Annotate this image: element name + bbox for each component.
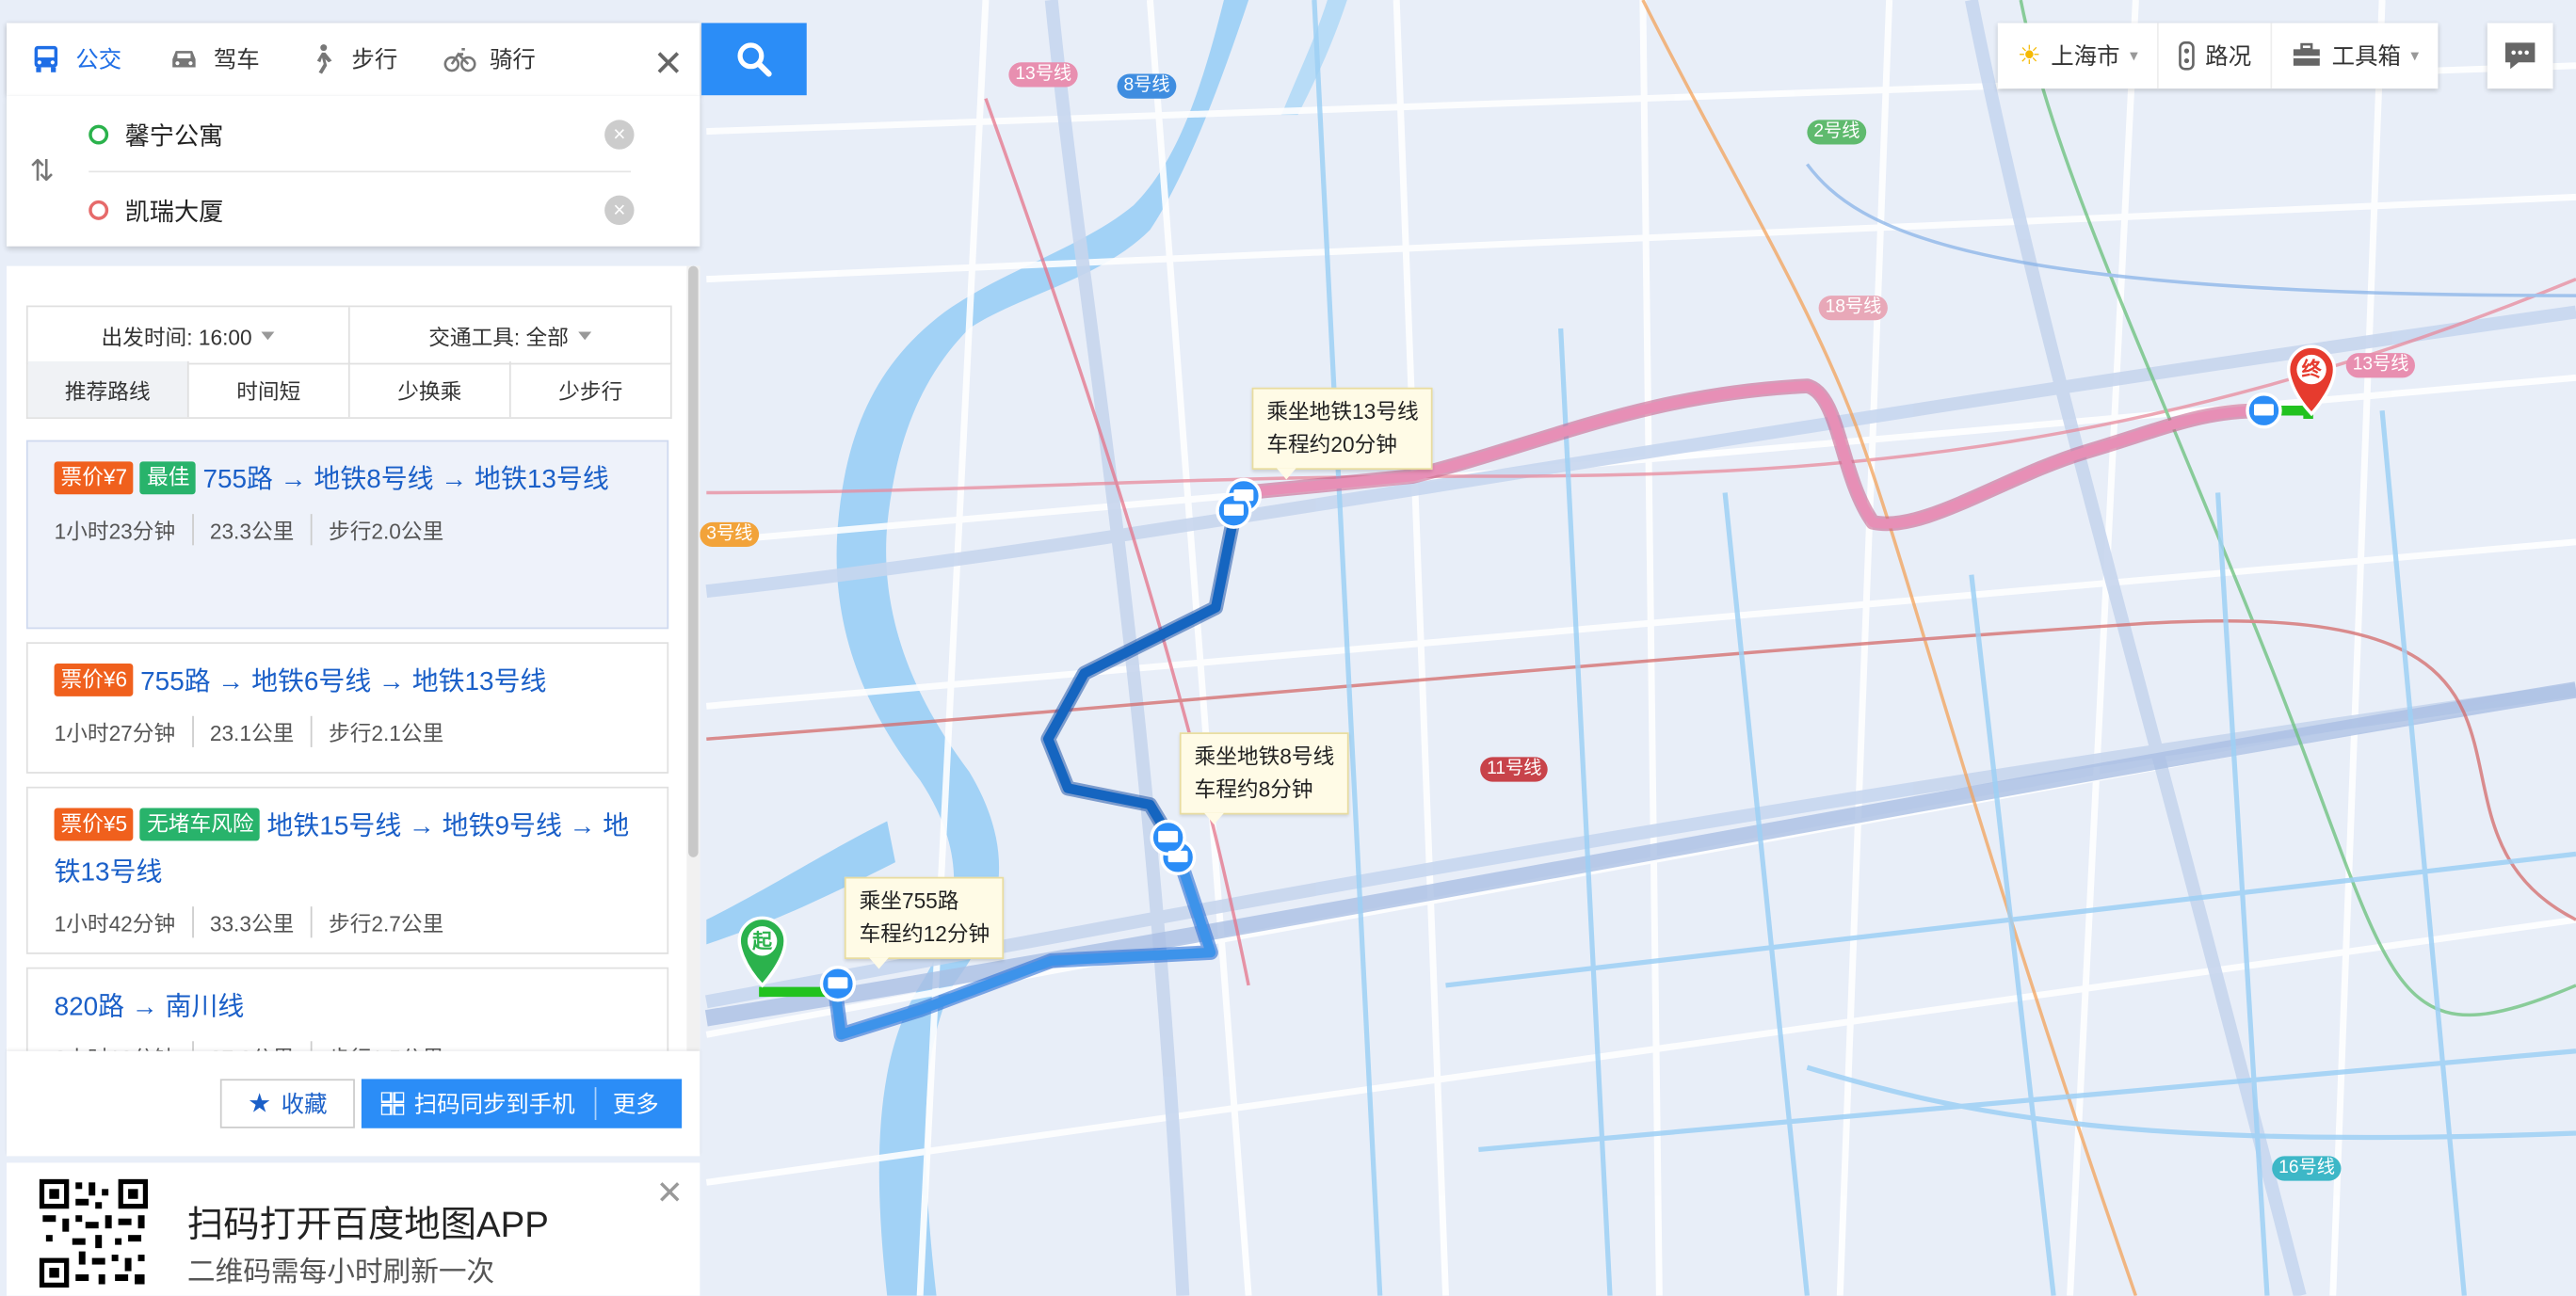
line-label: 11号线: [1480, 757, 1549, 782]
route-title: 755路 → 地铁6号线 → 地铁13号线: [140, 668, 547, 696]
route-option[interactable]: 票价¥5 无堵车风险 地铁15号线 → 地铁9号线 → 地铁13号线 1小时42分钟…: [25, 786, 669, 954]
clear-destination-icon[interactable]: ×: [604, 195, 635, 226]
qr-promo: 扫码打开百度地图APP 二维码需每小时刷新一次 ✕: [6, 1162, 700, 1296]
chevron-down-icon: ▾: [2410, 46, 2420, 65]
walk-icon: [316, 44, 332, 74]
qr-title: 扫码打开百度地图APP: [186, 1204, 549, 1245]
destination-field[interactable]: 凯瑞大厦 ×: [89, 174, 635, 247]
route-callout: 乘坐755路 车程约12分钟: [844, 876, 1005, 969]
bicycle-icon: [443, 48, 476, 72]
close-icon[interactable]: ✕: [653, 42, 684, 85]
route-inputs: ⇅ 馨宁公寓 × 凯瑞大厦 ×: [6, 95, 700, 247]
filter-row: 出发时间: 16:00 交通工具: 全部: [25, 305, 672, 365]
line-label: 3号线: [700, 521, 760, 548]
tab-fewest-transfers[interactable]: 少换乘: [350, 360, 511, 418]
tab-transit[interactable]: 公交: [7, 23, 145, 95]
destination-dot-icon: [89, 200, 109, 220]
line-label: 13号线: [2345, 353, 2416, 378]
chevron-down-icon: ▾: [2129, 46, 2138, 65]
feedback-button[interactable]: [2487, 23, 2553, 89]
tab-least-walking[interactable]: 少步行: [511, 361, 670, 417]
clear-origin-icon[interactable]: ×: [604, 120, 635, 150]
best-badge: 最佳: [140, 461, 197, 495]
toolbox-icon: [2294, 42, 2321, 66]
route-option[interactable]: 票价¥6 755路 → 地铁6号线 → 地铁13号线 1小时27分钟 23.1公里步…: [25, 642, 669, 774]
toolbox-button[interactable]: 工具箱 ▾: [2273, 23, 2439, 88]
line-label: 2号线: [1807, 120, 1867, 145]
route-results: 出发时间: 16:00 交通工具: 全部 推荐路线 时间短 少换乘 少步行 票价…: [6, 265, 700, 1051]
route-option[interactable]: 票价¥7 最佳 755路 → 地铁8号线 → 地铁13号线 1小时23分钟 23.3公…: [25, 440, 669, 630]
route-title: 755路 → 地铁8号线 → 地铁13号线: [202, 466, 609, 495]
line-label: 13号线: [1008, 62, 1079, 88]
tab-drive[interactable]: 驾车: [145, 23, 283, 95]
line-label: 8号线: [1117, 73, 1177, 99]
traffic-light-icon: [2179, 41, 2196, 71]
action-bar: ★ 收藏 扫码同步到手机 更多: [6, 1050, 700, 1157]
vehicle-select[interactable]: 交通工具: 全部: [350, 307, 670, 362]
qr-code: [36, 1176, 152, 1291]
line-label: 16号线: [2272, 1156, 2342, 1181]
map-toolbar: ☀ 上海市 ▾ 路况 工具箱 ▾: [1997, 23, 2439, 89]
city-selector[interactable]: ☀ 上海市 ▾: [1998, 23, 2160, 89]
close-icon[interactable]: ✕: [656, 1173, 684, 1214]
origin-field[interactable]: 馨宁公寓 ×: [89, 99, 635, 171]
tab-walk[interactable]: 步行: [282, 23, 421, 95]
route-callout: 乘坐地铁8号线 车程约8分钟: [1179, 732, 1349, 824]
sort-tabs: 推荐路线 时间短 少换乘 少步行: [25, 360, 672, 419]
favorite-button[interactable]: ★ 收藏: [219, 1079, 355, 1128]
route-title: 820路 → 南川线: [54, 993, 245, 1022]
tab-ride[interactable]: 骑行: [421, 23, 559, 95]
sync-to-phone-button[interactable]: 扫码同步到手机 更多: [361, 1079, 683, 1128]
chevron-down-icon: [578, 330, 592, 340]
tab-recommended[interactable]: 推荐路线: [27, 360, 189, 418]
baidu-map-app: 起 终 13号线 8号线 2号线 18号线 13号线 3号线 11号线 16号线…: [0, 0, 2576, 1296]
line-label: 18号线: [1818, 296, 1889, 321]
qr-subtitle: 二维码需每小时刷新一次: [186, 1256, 495, 1288]
search-button[interactable]: [701, 23, 807, 96]
results-scrollbar[interactable]: [686, 265, 700, 1051]
price-badge: 票价¥7: [54, 461, 135, 495]
chat-icon: [2504, 42, 2536, 70]
route-callout: 乘坐地铁13号线 车程约20分钟: [1251, 387, 1434, 480]
travel-mode-tabs: 公交 驾车 步行 骑行 ✕: [6, 23, 700, 96]
depart-time-select[interactable]: 出发时间: 16:00: [28, 307, 350, 363]
traffic-button[interactable]: 路况: [2159, 23, 2273, 89]
chevron-down-icon: [262, 330, 276, 340]
bus-icon: [34, 45, 58, 72]
more-button[interactable]: 更多: [596, 1087, 675, 1120]
tab-shortest-time[interactable]: 时间短: [189, 360, 350, 418]
sun-icon: ☀: [2017, 42, 2041, 72]
price-badge: 票价¥5: [54, 808, 135, 841]
route-option[interactable]: 820路 → 南川线 2小时10分钟27.6公里步行1.5公里: [25, 967, 669, 1051]
end-marker-label: 终: [2301, 358, 2322, 381]
star-icon: ★: [248, 1090, 272, 1119]
price-badge: 票价¥6: [54, 663, 135, 696]
swap-icon[interactable]: ⇅: [29, 154, 54, 189]
grid-icon: [380, 1092, 405, 1115]
car-icon: [172, 51, 196, 68]
no-jam-badge: 无堵车风险: [140, 808, 261, 841]
search-icon: [737, 42, 772, 77]
start-marker-label: 起: [752, 929, 773, 953]
origin-dot-icon: [89, 124, 109, 145]
